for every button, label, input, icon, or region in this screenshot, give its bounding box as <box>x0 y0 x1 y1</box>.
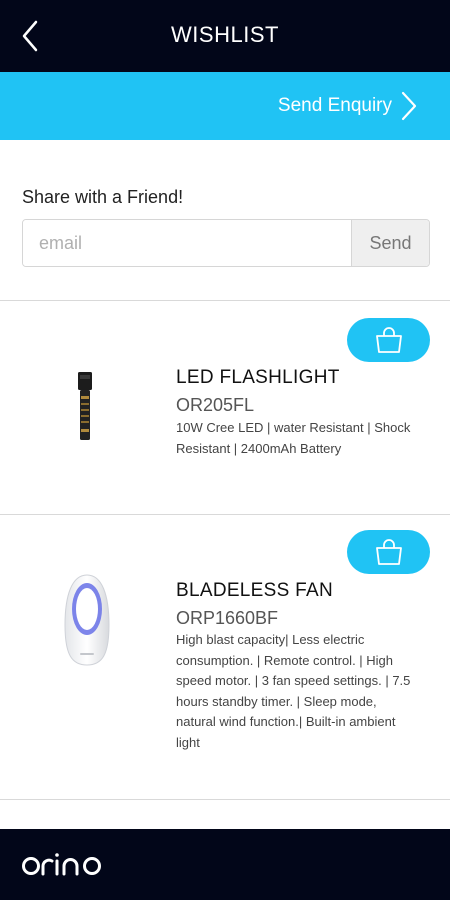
email-field[interactable] <box>23 220 351 266</box>
app-footer: orino <box>0 829 450 900</box>
bladeless-fan-image <box>64 574 110 666</box>
orino-logo: orino <box>22 853 101 876</box>
app-header: WISHLIST <box>0 0 450 72</box>
share-label: Share with a Friend! <box>22 187 184 207</box>
page-title: WISHLIST <box>171 22 279 47</box>
divider <box>0 799 450 800</box>
product-name: LED FLASHLIGHT <box>176 367 340 388</box>
shopping-bag-icon <box>375 539 402 565</box>
share-form: Send <box>22 219 430 267</box>
send-enquiry-button[interactable]: Send Enquiry <box>278 88 418 124</box>
add-to-cart-button[interactable] <box>347 530 430 574</box>
chevron-right-icon <box>401 91 417 121</box>
product-code: ORP1660BF <box>176 608 279 628</box>
product-code: OR205FL <box>176 395 255 415</box>
enquiry-bar: Send Enquiry <box>0 72 450 140</box>
wishlist-item: BLADELESS FAN ORP1660BF High blast capac… <box>0 515 450 799</box>
add-to-cart-button[interactable] <box>347 318 430 362</box>
send-button[interactable]: Send <box>351 220 429 266</box>
product-name: BLADELESS FAN <box>176 580 334 601</box>
product-description: High blast capacity| Less electric consu… <box>176 632 411 750</box>
flashlight-image <box>78 372 92 440</box>
product-description: 10W Cree LED | water Resistant | Shock R… <box>176 420 411 456</box>
wishlist-item: LED FLASHLIGHT OR205FL 10W Cree LED | wa… <box>0 301 450 514</box>
send-enquiry-label: Send Enquiry <box>277 95 392 116</box>
shopping-bag-icon <box>375 327 402 353</box>
